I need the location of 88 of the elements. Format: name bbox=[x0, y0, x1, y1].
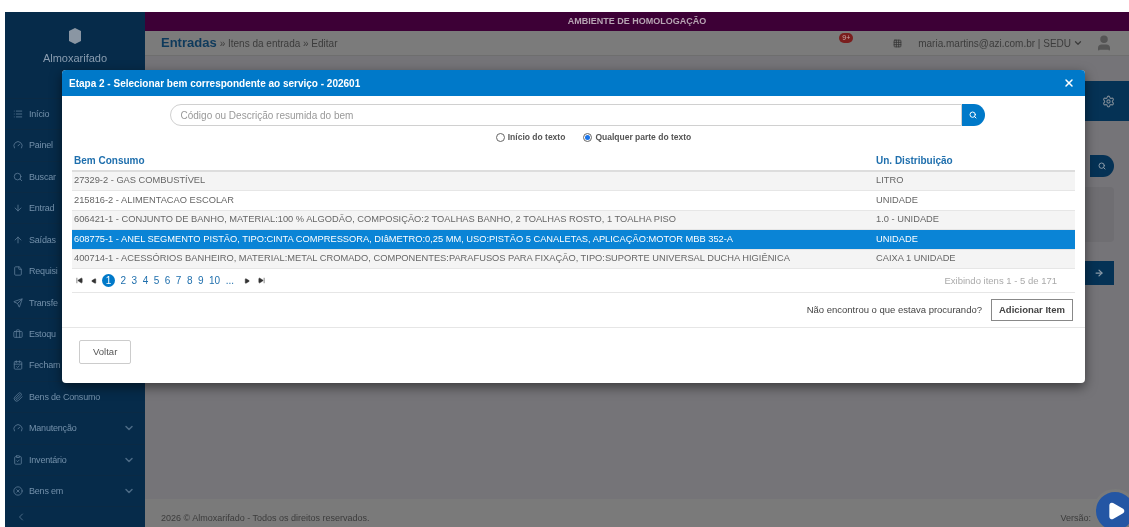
page-link[interactable]: 4 bbox=[142, 273, 149, 289]
environment-banner: AMBIENTE DE HOMOLOGAÇÃO bbox=[145, 12, 1129, 31]
table-cell-text: UNIDADE bbox=[876, 193, 918, 207]
page-title: Entradas bbox=[161, 34, 217, 53]
table-row[interactable]: 27329-2 - GAS COMBUSTÍVEL LITRO bbox=[72, 171, 1075, 192]
sidebar-item[interactable]: Requisi bbox=[29, 265, 58, 278]
table-cell: LITRO bbox=[876, 174, 904, 188]
add-item-button[interactable]: Adicionar Item bbox=[991, 299, 1073, 322]
list-icon bbox=[13, 108, 23, 119]
briefcase-icon bbox=[13, 329, 23, 339]
circle-x-icon bbox=[13, 486, 23, 497]
arrow-up-icon bbox=[13, 234, 23, 245]
paper-plane-icon bbox=[13, 297, 23, 308]
file-icon bbox=[13, 266, 23, 277]
search-icon bbox=[1098, 162, 1106, 170]
page-link[interactable]: 5 bbox=[153, 273, 160, 289]
logo-icon bbox=[69, 28, 81, 44]
sidebar-item[interactable]: Saídas bbox=[29, 233, 56, 246]
paperclip-icon bbox=[13, 391, 23, 402]
table-cell-text: 27329-2 - GAS COMBUSTÍVEL bbox=[74, 174, 207, 188]
column-header: Bem Consumo bbox=[74, 154, 146, 169]
page-link[interactable]: 7 bbox=[175, 273, 182, 289]
radio-label: Início do texto bbox=[507, 131, 566, 144]
table-cell-text: 608775-1 - ANEL SEGMENTO PISTÃO, TIPO:CINTA COMPRESSORA, DIâMETRO:0,25 MM, USO:PISTÃO 5 CANALETAS, APLICAÇÃO:MOTOR MBB 352-A bbox=[74, 232, 735, 246]
page-link[interactable]: 1 bbox=[102, 274, 115, 288]
sidebar-item[interactable]: Entrad bbox=[29, 202, 55, 215]
sidebar-item[interactable]: Buscar bbox=[29, 170, 56, 183]
search-field[interactable]: Código ou Descrição resumida do bem bbox=[169, 104, 962, 126]
gauge-icon bbox=[13, 423, 23, 434]
settings-icon[interactable] bbox=[1102, 94, 1115, 108]
page-link[interactable]: 3 bbox=[131, 273, 138, 289]
sidebar-item[interactable]: Estoqu bbox=[29, 328, 56, 340]
user-menu[interactable]: maria.martins@azi.com.br | SEDU bbox=[918, 35, 1071, 51]
page-link[interactable]: 8 bbox=[186, 273, 193, 289]
table-cell-text: 400714-1 - ACESSÓRIOS BANHEIRO, MATERIAL:METAL CROMADO, COMPONENTES:PARAFUSOS PARA FIXAÇÃO, TIPO:SUPORTE UNIVERSAL DUCHA HIGIÊNICA bbox=[74, 252, 791, 266]
first-page-icon[interactable] bbox=[76, 277, 83, 285]
brand-name: Almoxarifado bbox=[42, 51, 108, 66]
table-cell-text: 215816-2 - ALIMENTACAO ESCOLAR bbox=[74, 193, 235, 207]
close-icon[interactable] bbox=[1063, 77, 1075, 89]
search-button[interactable] bbox=[1090, 155, 1114, 177]
previous-page-icon[interactable] bbox=[91, 277, 97, 284]
not-found-text: Não encontrou o que estava procurando? bbox=[806, 303, 982, 318]
sidebar-item[interactable]: Transfe bbox=[29, 296, 58, 309]
page-link[interactable]: ... bbox=[225, 273, 234, 289]
table-cell: CAIXA 1 UNIDADE bbox=[876, 252, 956, 266]
avatar-icon bbox=[1095, 34, 1113, 52]
pagination-summary: Exibindo itens 1 - 5 de 171 bbox=[944, 273, 1057, 288]
page-link[interactable]: 10 bbox=[209, 273, 221, 289]
breadcrumb: » Itens da entrada » Editar bbox=[219, 36, 338, 51]
back-button[interactable]: Voltar bbox=[79, 339, 132, 364]
sidebar-item[interactable]: Manutenção bbox=[29, 422, 77, 435]
page-link[interactable]: 9 bbox=[197, 273, 204, 289]
table-row[interactable]: 608775-1 - ANEL SEGMENTO PISTÃO, TIPO:CINTA COMPRESSORA, DIâMETRO:0,25 MM, USO:PISTÃO 5 CANALETAS, APLICAÇÃO:MOTOR MBB 352-A UNIDADE bbox=[72, 230, 1075, 250]
next-button[interactable] bbox=[1084, 261, 1114, 285]
sidebar-item[interactable]: Painel bbox=[29, 139, 53, 152]
table-row[interactable]: 400714-1 - ACESSÓRIOS BANHEIRO, MATERIAL:METAL CROMADO, COMPONENTES:PARAFUSOS PARA FIXAÇÃO, TIPO:SUPORTE UNIVERSAL DUCHA HIGIÊNICA CAIXA 1 UNIDADE bbox=[72, 249, 1075, 270]
table-row[interactable]: 606421-1 - CONJUNTO DE BANHO, MATERIAL:100 % ALGODÃO, COMPOSIÇÃO:2 TOALHAS BANHO, 2 TOALHAS ROSTO, 1 TOALHA PISO 1.0 - UNIDADE bbox=[72, 210, 1075, 231]
arrow-right-icon bbox=[1094, 268, 1104, 278]
next-page-icon[interactable] bbox=[243, 277, 250, 284]
modal-title: Etapa 2 - Selecionar bem correspondente ao serviço - 202601 bbox=[69, 76, 361, 91]
sidebar-item[interactable]: Bens em bbox=[29, 485, 64, 498]
table-cell-text: 606421-1 - CONJUNTO DE BANHO, MATERIAL:100 % ALGODÃO, COMPOSIÇÃO:2 TOALHAS BANHO, 2 TOALHAS ROSTO, 1 TOALHA PISO bbox=[74, 213, 677, 227]
grid-icon[interactable] bbox=[893, 38, 903, 48]
sidebar-item[interactable]: Inventário bbox=[29, 453, 67, 466]
arrow-down-icon bbox=[13, 203, 23, 214]
play-icon bbox=[1106, 501, 1126, 521]
search-icon bbox=[13, 171, 23, 182]
sidebar-item[interactable]: Bens de Consumo bbox=[29, 390, 101, 403]
radio-label: Qualquer parte do texto bbox=[595, 131, 692, 144]
table-cell-text: UNIDADE bbox=[876, 232, 918, 246]
search-icon bbox=[969, 111, 977, 119]
settings-panel[interactable] bbox=[1083, 81, 1129, 121]
sidebar-item[interactable]: Início bbox=[29, 107, 50, 120]
column-header: Un. Distribuição bbox=[876, 154, 953, 169]
radio-button[interactable] bbox=[583, 132, 593, 142]
panel-background bbox=[1084, 187, 1114, 242]
page-link[interactable]: 2 bbox=[120, 273, 127, 289]
gauge-icon bbox=[13, 140, 23, 151]
last-page-icon[interactable] bbox=[257, 277, 265, 285]
table-cell: 1.0 - UNIDADE bbox=[876, 213, 940, 227]
version-label: Versão: bbox=[1060, 511, 1091, 525]
radio-button[interactable] bbox=[495, 132, 505, 142]
search-button[interactable] bbox=[961, 104, 985, 126]
clipboard-icon bbox=[13, 454, 23, 465]
page-link[interactable]: 6 bbox=[164, 273, 171, 289]
chevron-down-icon[interactable] bbox=[1073, 38, 1083, 48]
calendar-icon bbox=[13, 360, 23, 371]
sidebar-item[interactable]: Fecham bbox=[29, 359, 61, 372]
